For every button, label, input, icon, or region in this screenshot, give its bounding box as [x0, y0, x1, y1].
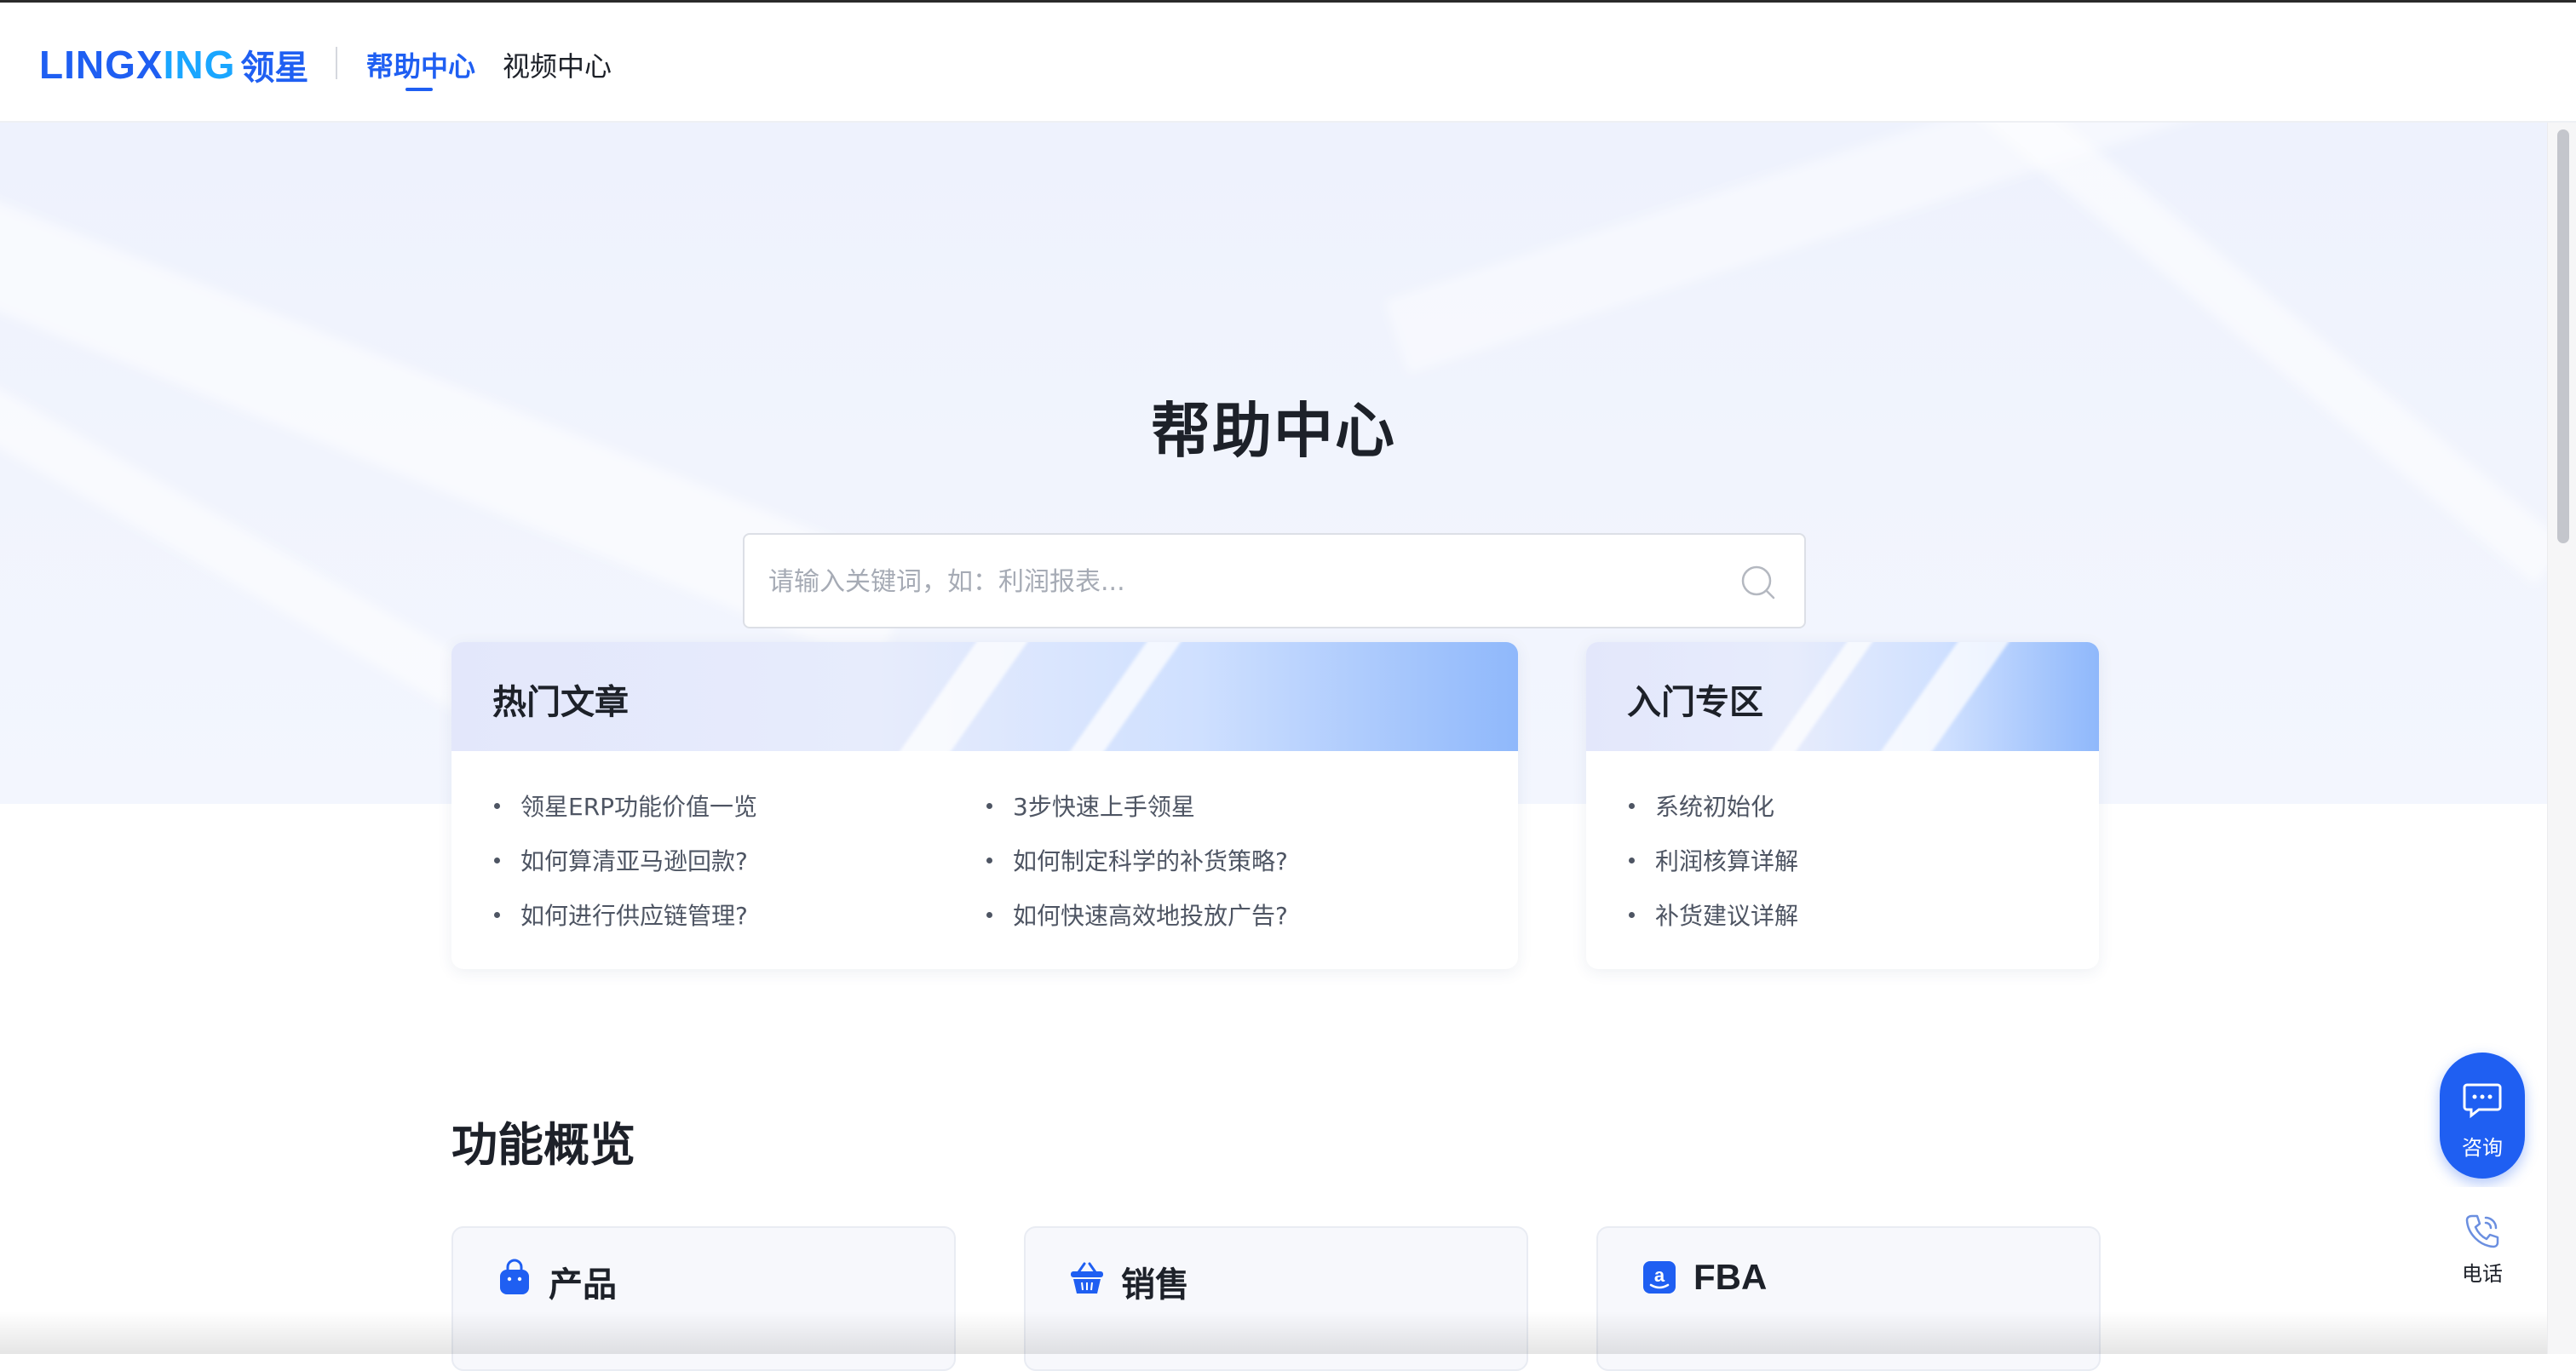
logo-wordmark: LINGXING [39, 43, 236, 87]
nav-video-center[interactable]: 视频中心 [503, 45, 612, 84]
phone-button[interactable]: 电话 [2431, 1187, 2533, 1298]
article-link[interactable]: 如何进行供应链管理? [492, 887, 985, 942]
getting-started-card: 入门专区 系统初始化 利润核算详解 补货建议详解 [1586, 642, 2099, 969]
amazon-icon: a [1643, 1261, 1676, 1294]
nav-divider [336, 47, 337, 79]
basket-icon [1071, 1262, 1103, 1294]
nav-active-indicator [405, 88, 433, 91]
feature-label: 销售 [1121, 1265, 1189, 1305]
hot-articles-title: 热门文章 [492, 683, 629, 722]
article-link[interactable]: 领星ERP功能价值一览 [492, 778, 985, 833]
feature-label: 产品 [549, 1265, 617, 1305]
shopping-bag-icon [500, 1259, 529, 1294]
phone-icon [2465, 1214, 2499, 1248]
svg-text:a: a [1654, 1265, 1665, 1286]
getting-started-title: 入门专区 [1627, 683, 1763, 722]
top-navbar: LINGXING 领星 帮助中心 视频中心 [0, 0, 2576, 123]
decor-streak [1384, 123, 2547, 375]
chat-icon [2463, 1083, 2502, 1119]
card-header: 入门专区 [1586, 642, 2099, 751]
guide-link[interactable]: 系统初始化 [1627, 778, 2058, 833]
search-box [743, 533, 1806, 628]
lingxing-logo[interactable]: LINGXING 领星 [39, 40, 308, 89]
decor-streak [1946, 123, 2547, 585]
article-link[interactable]: 如何快速高效地投放广告? [985, 887, 1477, 942]
card-header: 热门文章 [451, 642, 1518, 751]
article-link[interactable]: 如何制定科学的补货策略? [985, 833, 1477, 887]
logo-cn: 领星 [240, 49, 309, 88]
nav-help-center[interactable]: 帮助中心 [366, 45, 475, 84]
consult-label: 咨询 [2462, 1136, 2503, 1160]
guide-link[interactable]: 补货建议详解 [1627, 887, 2058, 942]
scrollbar-thumb[interactable] [2557, 129, 2569, 543]
decor-gloss [1038, 642, 1193, 751]
search-icon[interactable] [1739, 564, 1777, 601]
guide-link[interactable]: 利润核算详解 [1627, 833, 2058, 887]
article-link[interactable]: 如何算清亚马逊回款? [492, 833, 985, 887]
page-title: 帮助中心 [1151, 396, 1396, 466]
decor-gloss [868, 642, 1040, 751]
bottom-fade [0, 1311, 2576, 1354]
feature-label: FBA [1693, 1257, 1768, 1297]
features-title: 功能概览 [451, 1118, 635, 1172]
article-link[interactable]: 3步快速上手领星 [985, 778, 1477, 833]
hot-articles-card: 热门文章 领星ERP功能价值一览 如何算清亚马逊回款? 如何进行供应链管理? 3… [451, 642, 1518, 969]
phone-label: 电话 [2462, 1262, 2503, 1286]
decor-gloss [1849, 642, 2021, 751]
consult-button[interactable]: 咨询 [2440, 1053, 2525, 1179]
search-input[interactable] [767, 535, 1707, 628]
